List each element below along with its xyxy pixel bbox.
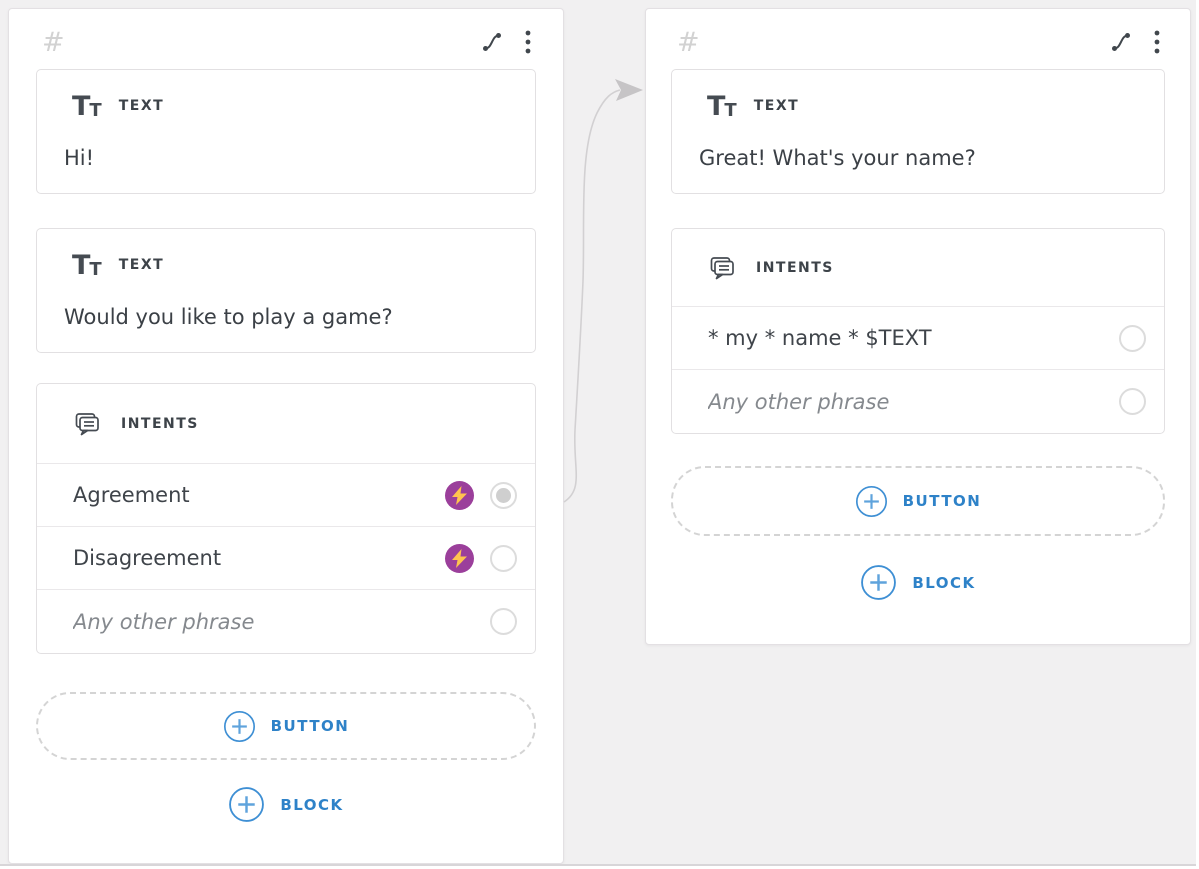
intent-row-my-name[interactable]: * my * name * $TEXT	[672, 307, 1164, 370]
add-block-button[interactable]: BLOCK	[36, 786, 536, 823]
block-id-hash: #	[677, 27, 700, 58]
connection-icon[interactable]	[480, 30, 504, 54]
text-card[interactable]: TT TEXT Great! What's your name?	[671, 69, 1165, 194]
block-header: #	[36, 9, 536, 69]
add-button-label: BUTTON	[903, 492, 982, 510]
plus-circle-icon	[223, 710, 256, 743]
text-type-icon: TT	[72, 93, 102, 120]
lightning-icon	[452, 486, 467, 505]
text-card-body[interactable]: Great! What's your name?	[699, 146, 1144, 170]
lightning-icon	[452, 549, 467, 568]
kebab-menu-icon[interactable]	[1153, 29, 1161, 55]
add-block-button[interactable]: BLOCK	[671, 564, 1165, 601]
card-label: TEXT	[119, 98, 164, 114]
plus-circle-icon	[228, 786, 265, 823]
text-type-icon: TT	[72, 252, 102, 279]
intent-text: Disagreement	[73, 546, 445, 570]
intents-card[interactable]: INTENTS * my * name * $TEXT Any other ph…	[671, 228, 1165, 434]
intent-row-disagreement[interactable]: Disagreement	[37, 527, 535, 590]
card-label: INTENTS	[756, 260, 834, 276]
flow-canvas: # TT TEXT Hi!	[0, 0, 1196, 866]
card-label: TEXT	[119, 257, 164, 273]
card-label: TEXT	[754, 98, 799, 114]
intents-card[interactable]: INTENTS Agreement Disagreement	[36, 383, 536, 654]
intent-connector-radio[interactable]	[1119, 325, 1146, 352]
plus-circle-icon	[855, 485, 888, 518]
card-label: INTENTS	[121, 416, 199, 432]
intent-text: Agreement	[73, 483, 445, 507]
add-button-button[interactable]: BUTTON	[36, 692, 536, 760]
connection-icon[interactable]	[1109, 30, 1133, 54]
block-panel-2[interactable]: # TT TEXT Great! What's your name?	[645, 8, 1191, 645]
plus-circle-icon	[860, 564, 897, 601]
intent-connector-radio[interactable]	[1119, 388, 1146, 415]
text-card[interactable]: TT TEXT Hi!	[36, 69, 536, 194]
block-panel-1[interactable]: # TT TEXT Hi!	[8, 8, 564, 864]
kebab-menu-icon[interactable]	[524, 29, 532, 55]
intent-connector-radio[interactable]	[490, 608, 517, 635]
text-card-body[interactable]: Hi!	[64, 146, 515, 170]
intent-text: * my * name * $TEXT	[708, 326, 1119, 350]
intent-text: Any other phrase	[73, 610, 490, 634]
intent-row-any-other-phrase[interactable]: Any other phrase	[672, 370, 1164, 433]
intent-connector-radio[interactable]	[490, 482, 517, 509]
block-id-hash: #	[42, 27, 65, 58]
text-card-body[interactable]: Would you like to play a game?	[64, 305, 515, 329]
text-card[interactable]: TT TEXT Would you like to play a game?	[36, 228, 536, 353]
intents-icon	[707, 253, 737, 283]
add-button-button[interactable]: BUTTON	[671, 466, 1165, 536]
add-button-label: BUTTON	[271, 717, 350, 735]
intent-row-agreement[interactable]: Agreement	[37, 464, 535, 527]
intent-text: Any other phrase	[708, 390, 1119, 414]
add-block-label: BLOCK	[280, 796, 343, 814]
add-block-label: BLOCK	[912, 574, 975, 592]
block-header: #	[671, 9, 1165, 69]
system-intent-badge	[445, 544, 474, 573]
system-intent-badge	[445, 481, 474, 510]
intent-row-any-other-phrase[interactable]: Any other phrase	[37, 590, 535, 653]
intents-icon	[72, 409, 102, 439]
text-type-icon: TT	[707, 93, 737, 120]
intent-connector-radio[interactable]	[490, 545, 517, 572]
